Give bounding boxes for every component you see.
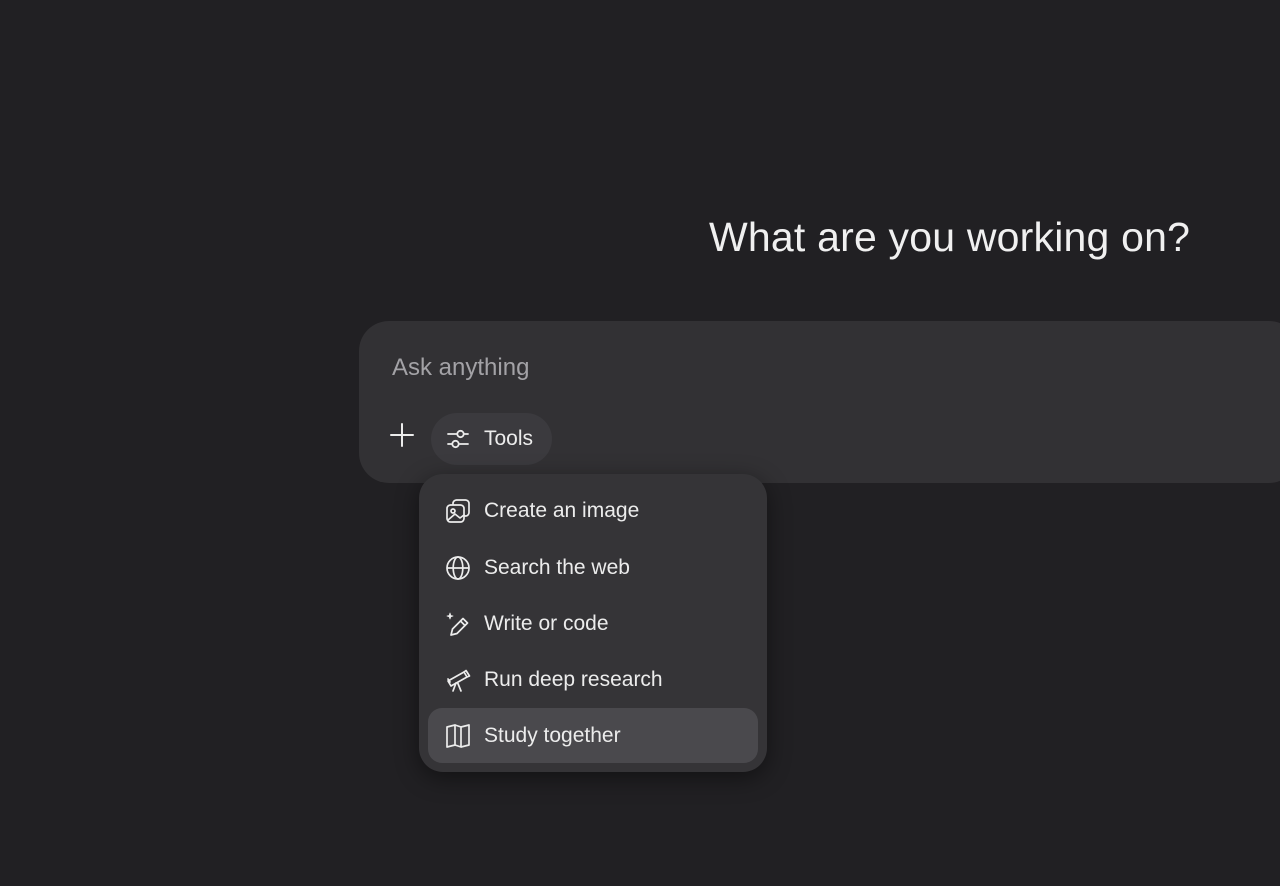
menu-item-label: Search the web (484, 555, 630, 579)
chat-home: What are you working on? Tools (0, 0, 1280, 886)
tools-button[interactable]: Tools (431, 413, 552, 465)
menu-item-write-code[interactable]: Write or code (428, 596, 758, 651)
tools-menu: Create an image Search the web Write or … (419, 474, 767, 772)
plus-icon (390, 423, 414, 447)
page-title: What are you working on? (709, 214, 1191, 260)
menu-item-label: Study together (484, 723, 621, 747)
globe-icon (444, 554, 472, 582)
menu-item-label: Run deep research (484, 667, 663, 691)
menu-item-label: Create an image (484, 498, 640, 522)
image-icon (444, 497, 472, 525)
menu-item-label: Write or code (484, 611, 609, 635)
composer: Tools (359, 321, 1280, 483)
menu-item-create-image[interactable]: Create an image (428, 483, 758, 538)
pencil-sparkle-icon (444, 610, 472, 638)
tools-label: Tools (484, 427, 534, 450)
telescope-icon (444, 666, 472, 694)
menu-item-study-together[interactable]: Study together (428, 708, 758, 763)
menu-item-deep-research[interactable]: Run deep research (428, 652, 758, 707)
prompt-input[interactable] (392, 351, 1252, 385)
open-book-icon (444, 722, 472, 750)
add-attachment-button[interactable] (385, 418, 419, 452)
menu-item-search-web[interactable]: Search the web (428, 540, 758, 595)
sliders-icon (445, 426, 471, 452)
